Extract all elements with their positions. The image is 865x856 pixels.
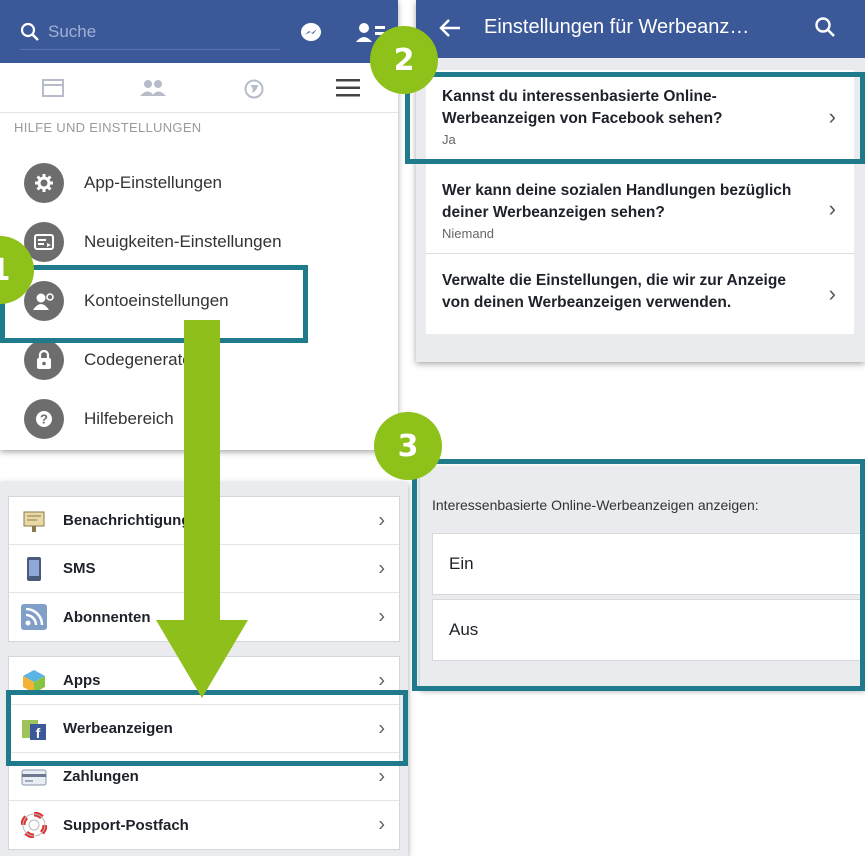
- step-badge-2: 2: [370, 26, 438, 94]
- chevron-right-icon: ›: [378, 509, 385, 531]
- list-item-label: Apps: [63, 672, 101, 689]
- tab-friends-icon[interactable]: [140, 79, 166, 97]
- list-item-support-inbox[interactable]: Support-Postfach ›: [9, 801, 399, 849]
- list-item-label: Abonnenten: [63, 608, 151, 626]
- option-on[interactable]: Ein: [432, 533, 865, 595]
- list-item-label: SMS: [63, 560, 96, 577]
- help-icon: ?: [24, 399, 64, 439]
- chevron-right-icon: ›: [378, 557, 385, 579]
- ad-preference-panel: Interessenbasierte Online-Werbeanzeigen …: [420, 467, 865, 689]
- menu-item-label: Kontoeinstellungen: [84, 291, 229, 310]
- lock-icon: [24, 340, 64, 380]
- menu-item-news-feed-settings[interactable]: Neuigkeiten-Einstellungen: [0, 213, 398, 271]
- back-arrow-icon[interactable]: [438, 18, 462, 38]
- search-icon: [20, 22, 39, 41]
- search-icon[interactable]: [814, 16, 836, 38]
- section-title: HILFE UND EINSTELLUNGEN: [14, 120, 202, 135]
- page-title: Einstellungen für Werbeanz…: [484, 16, 750, 38]
- sms-icon: [27, 556, 41, 581]
- gear-icon: [24, 163, 64, 203]
- notifications-icon: [23, 511, 45, 532]
- tab-bar: [0, 63, 398, 113]
- setting-manage-ad-preferences[interactable]: Verwalte die Einstellungen, die wir zur …: [426, 254, 854, 334]
- chevron-right-icon: ›: [828, 103, 836, 129]
- chevron-right-icon: ›: [378, 765, 385, 787]
- menu-item-app-settings[interactable]: App-Einstellungen: [0, 154, 398, 212]
- ads-icon: f: [22, 719, 46, 741]
- chevron-right-icon: ›: [378, 669, 385, 691]
- option-off[interactable]: Aus: [432, 599, 865, 661]
- chevron-right-icon: ›: [828, 281, 836, 306]
- menu-item-label: App-Einstellungen: [84, 173, 222, 192]
- ad-settings-panel: Einstellungen für Werbeanz… Kannst du in…: [416, 0, 865, 362]
- list-item-label: Support-Postfach: [63, 816, 189, 834]
- tab-notifications-globe-icon[interactable]: [244, 79, 264, 99]
- setting-question: Verwalte die Einstellungen, die wir zur …: [442, 272, 786, 311]
- setting-value: Ja: [442, 132, 456, 147]
- setting-question: Wer kann deine sozialen Handlungen bezüg…: [442, 182, 792, 221]
- setting-social-actions[interactable]: Wer kann deine sozialen Handlungen bezüg…: [426, 164, 854, 254]
- search-placeholder: Suche: [48, 21, 97, 41]
- messenger-icon[interactable]: [300, 22, 322, 44]
- top-bar: Einstellungen für Werbeanz…: [416, 0, 865, 58]
- menu-item-label: Neuigkeiten-Einstellungen: [84, 232, 282, 251]
- list-item-payments[interactable]: Zahlungen ›: [9, 753, 399, 801]
- search-input[interactable]: Suche: [20, 14, 280, 50]
- ad-settings-list: Kannst du interessenbasierte Online-Werb…: [426, 70, 854, 334]
- list-item-ads[interactable]: f Werbeanzeigen ›: [9, 705, 399, 753]
- chevron-right-icon: ›: [378, 717, 385, 739]
- arrow-down-icon: [156, 320, 248, 698]
- tutorial-canvas: Suche HILFE UND EINSTELLUNGEN App-Einste…: [0, 0, 865, 856]
- lifebuoy-icon: [21, 812, 47, 838]
- svg-text:f: f: [36, 725, 41, 741]
- setting-value: Niemand: [442, 226, 495, 241]
- tab-news-feed-icon[interactable]: [42, 79, 64, 97]
- account-icon: [24, 281, 64, 321]
- chevron-right-icon: ›: [378, 605, 385, 628]
- top-bar: Suche: [0, 0, 398, 63]
- list-item-label: Zahlungen: [63, 768, 139, 785]
- setting-label: Interessenbasierte Online-Werbeanzeigen …: [432, 497, 759, 513]
- setting-interest-based-ads[interactable]: Kannst du interessenbasierte Online-Werb…: [426, 70, 854, 164]
- svg-text:?: ?: [40, 412, 48, 427]
- tab-menu-hamburger-icon[interactable]: [336, 78, 360, 98]
- step-badge-3: 3: [374, 412, 442, 480]
- chevron-right-icon: ›: [378, 813, 385, 836]
- list-item-label: Werbeanzeigen: [63, 720, 173, 737]
- chevron-right-icon: ›: [828, 195, 836, 221]
- setting-question: Kannst du interessenbasierte Online-Werb…: [442, 88, 723, 127]
- rss-icon: [21, 604, 47, 630]
- card-icon: [21, 769, 47, 785]
- apps-icon: [23, 669, 45, 693]
